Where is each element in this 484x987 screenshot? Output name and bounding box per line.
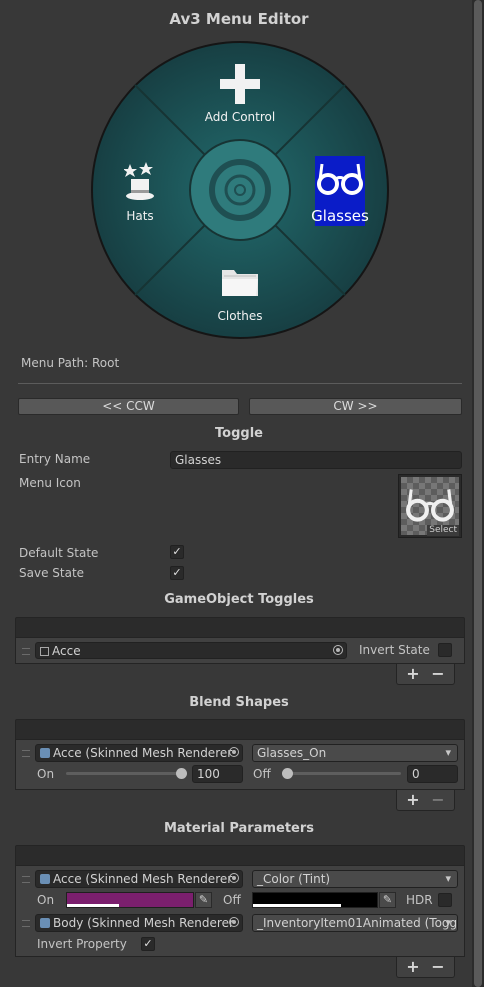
- folder-icon[interactable]: [220, 266, 260, 298]
- radial-item-glasses[interactable]: Glasses: [305, 207, 375, 225]
- mesh-renderer-icon: [40, 918, 50, 928]
- invert-state-checkbox[interactable]: [438, 643, 452, 657]
- blend-off-label: Off: [253, 767, 271, 781]
- material-on-label: On: [37, 893, 55, 907]
- save-state-checkbox[interactable]: ✓: [170, 566, 184, 580]
- glasses-icon: [406, 489, 454, 522]
- add-gameobject-button[interactable]: +: [405, 666, 421, 682]
- material-list-header: [15, 845, 465, 866]
- gameobject-list-header: [15, 617, 465, 638]
- eyedropper-icon[interactable]: ✎: [379, 892, 396, 908]
- icon-select-button[interactable]: Select: [427, 525, 459, 536]
- plus-icon[interactable]: [220, 64, 260, 104]
- entry-name-field[interactable]: Glasses: [170, 451, 462, 469]
- glasses-icon: [317, 163, 363, 195]
- material-renderer-field-1[interactable]: Acce (Skinned Mesh Renderer: [35, 870, 243, 888]
- save-state-label: Save State: [19, 566, 85, 580]
- add-material-button[interactable]: +: [405, 959, 421, 975]
- invert-state-label: Invert State: [359, 643, 430, 657]
- ccw-button[interactable]: << CCW: [18, 398, 239, 415]
- blend-on-label: On: [37, 767, 55, 781]
- material-property-dropdown-1[interactable]: _Color (Tint): [252, 870, 458, 888]
- entry-name-label: Entry Name: [19, 452, 91, 466]
- off-color-swatch[interactable]: [252, 892, 378, 908]
- invert-property-checkbox[interactable]: ✓: [141, 937, 155, 951]
- remove-gameobject-button[interactable]: −: [430, 666, 446, 682]
- magic-hat-icon[interactable]: [124, 162, 156, 202]
- material-renderer-field-2[interactable]: Body (Skinned Mesh Renderer: [35, 914, 243, 932]
- hdr-checkbox[interactable]: [438, 893, 452, 907]
- blend-on-slider-track[interactable]: [66, 772, 184, 775]
- material-parameters-heading: Material Parameters: [163, 821, 315, 836]
- scrollbar-thumb[interactable]: [474, 0, 482, 987]
- drag-handle-icon[interactable]: [22, 876, 30, 883]
- menu-icon-picker[interactable]: Select: [398, 474, 462, 538]
- object-picker-icon[interactable]: [229, 873, 239, 883]
- radial-item-clothes[interactable]: Clothes: [190, 309, 290, 323]
- blend-off-slider-track[interactable]: [283, 772, 401, 775]
- divider: [18, 383, 462, 384]
- radial-item-hats[interactable]: Hats: [110, 209, 170, 223]
- on-color-swatch[interactable]: [66, 892, 194, 908]
- object-picker-icon[interactable]: [229, 747, 239, 757]
- drag-handle-icon[interactable]: [22, 648, 30, 655]
- drag-handle-icon[interactable]: [22, 750, 30, 757]
- toggle-heading: Toggle: [215, 426, 263, 441]
- drag-handle-icon[interactable]: [22, 920, 30, 927]
- remove-blend-button[interactable]: −: [430, 792, 446, 808]
- hdr-label: HDR: [406, 893, 433, 907]
- object-picker-icon[interactable]: [333, 645, 343, 655]
- blend-shapes-heading: Blend Shapes: [189, 695, 289, 710]
- window-title: Av3 Menu Editor: [169, 10, 309, 28]
- default-state-checkbox[interactable]: ✓: [170, 545, 184, 559]
- menu-path: Menu Path: Root: [21, 356, 120, 370]
- material-off-label: Off: [223, 893, 241, 907]
- eyedropper-icon[interactable]: ✎: [195, 892, 212, 908]
- add-blend-button[interactable]: +: [405, 792, 421, 808]
- radial-item-add-control[interactable]: Add Control: [190, 110, 290, 124]
- blend-on-value[interactable]: 100: [192, 765, 243, 783]
- material-renderer-name-2: Body (Skinned Mesh Renderer: [53, 916, 234, 930]
- cw-button[interactable]: CW >>: [249, 398, 462, 415]
- invert-property-label: Invert Property: [37, 937, 127, 951]
- mesh-renderer-icon: [40, 874, 50, 884]
- material-renderer-name-1: Acce (Skinned Mesh Renderer: [53, 872, 233, 886]
- gameobject-name: Acce: [52, 644, 81, 658]
- remove-material-button[interactable]: −: [430, 959, 446, 975]
- mesh-renderer-icon: [40, 748, 50, 758]
- menu-icon-label: Menu Icon: [19, 476, 81, 490]
- blend-shape-dropdown[interactable]: Glasses_On: [252, 744, 458, 762]
- default-state-label: Default State: [19, 546, 99, 560]
- material-property-dropdown-2[interactable]: _InventoryItem01Animated (Togg: [252, 914, 458, 932]
- gameobject-field[interactable]: Acce: [35, 642, 347, 659]
- blend-on-slider-knob[interactable]: [176, 768, 187, 779]
- blend-off-value[interactable]: 0: [407, 765, 458, 783]
- blend-off-slider-knob[interactable]: [282, 768, 293, 779]
- object-picker-icon[interactable]: [229, 917, 239, 927]
- blend-list-header: [15, 719, 465, 740]
- blend-renderer-name: Acce (Skinned Mesh Renderer: [53, 746, 233, 760]
- blend-renderer-field[interactable]: Acce (Skinned Mesh Renderer: [35, 744, 243, 762]
- gameobject-toggles-heading: GameObject Toggles: [164, 592, 314, 607]
- cube-icon: [40, 647, 49, 656]
